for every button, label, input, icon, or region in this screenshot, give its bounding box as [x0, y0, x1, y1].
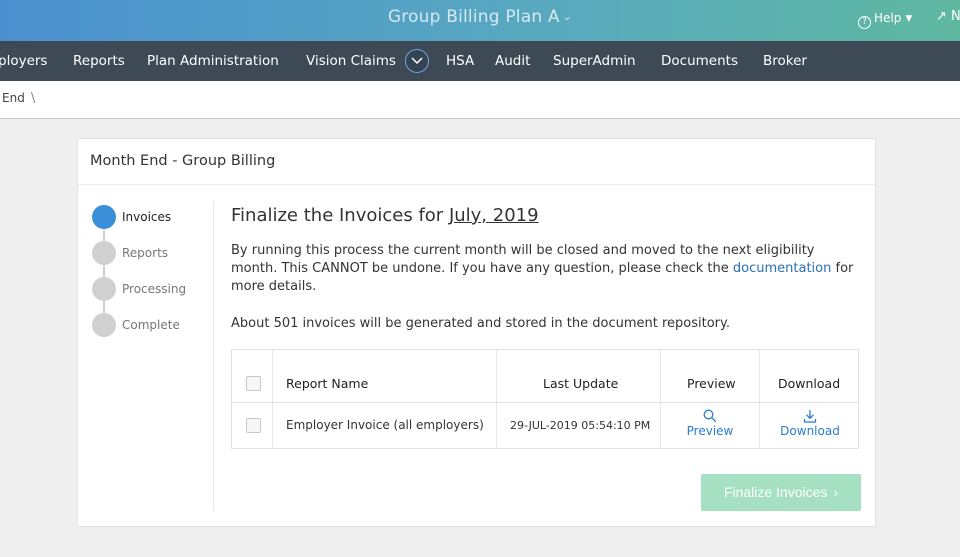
reports-table: Report Name Last Update Preview Download… — [231, 349, 859, 449]
column-report-name: Report Name — [286, 376, 369, 391]
step-label: Invoices — [122, 210, 172, 224]
external-link[interactable]: ↗ N — [936, 9, 960, 24]
step-indicator — [92, 277, 116, 301]
table-row: Employer Invoice (all employers) 29-JUL-… — [232, 403, 858, 448]
nav-superadmin[interactable]: SuperAdmin — [553, 53, 636, 69]
step-invoices: Invoices — [92, 205, 202, 229]
report-name-cell: Employer Invoice (all employers) — [286, 418, 484, 432]
chevron-down-icon: ⌄ — [562, 10, 573, 23]
page-title: Finalize the Invoices for July, 2019 — [231, 205, 539, 226]
documentation-link[interactable]: documentation — [733, 261, 831, 276]
description-text: By running this process the current mont… — [231, 243, 815, 276]
vision-claims-dropdown[interactable] — [405, 49, 429, 73]
nav-reports[interactable]: Reports — [73, 53, 125, 69]
nav-employers[interactable]: ployers — [0, 53, 47, 69]
plan-title: Group Billing Plan A — [387, 7, 560, 27]
step-label: Complete — [122, 318, 180, 332]
select-all-checkbox[interactable] — [246, 376, 261, 391]
table-header: Report Name Last Update Preview Download — [232, 350, 858, 403]
step-complete: Complete — [92, 313, 202, 337]
top-bar: Group Billing Plan A ⌄ ? Help ▼ ↗ N — [0, 0, 960, 41]
external-link-icon: ↗ — [936, 9, 947, 24]
step-indicator — [92, 313, 116, 337]
external-link-label: N — [951, 9, 960, 24]
step-reports: Reports — [92, 241, 202, 265]
help-icon: ? — [858, 16, 871, 29]
download-button[interactable]: Download — [773, 409, 847, 438]
step-indicator-active — [92, 205, 116, 229]
last-update-cell: 29-JUL-2019 05:54:10 PM — [510, 419, 651, 432]
step-connector — [103, 229, 105, 241]
breadcrumb-item[interactable]: End — [2, 91, 25, 105]
step-processing: Processing — [92, 277, 202, 301]
breadcrumb: End \ — [0, 81, 960, 119]
nav-vision-claims[interactable]: Vision Claims — [306, 53, 396, 69]
download-label: Download — [780, 424, 840, 438]
download-icon — [803, 410, 817, 423]
finalize-invoices-button[interactable]: Finalize Invoices › — [701, 474, 861, 511]
caret-down-icon: ▼ — [905, 14, 913, 24]
breadcrumb-separator: \ — [30, 91, 36, 106]
nav-broker[interactable]: Broker — [763, 53, 807, 69]
help-menu[interactable]: ? Help ▼ — [858, 11, 912, 29]
help-label: Help — [874, 11, 902, 25]
description: By running this process the current mont… — [231, 242, 861, 296]
row-checkbox[interactable] — [246, 418, 261, 433]
step-indicator — [92, 241, 116, 265]
search-icon — [703, 409, 717, 423]
nav-plan-administration[interactable]: Plan Administration — [147, 53, 279, 69]
card-header: Month End - Group Billing — [78, 139, 875, 185]
step-connector — [103, 265, 105, 277]
column-preview: Preview — [687, 376, 736, 391]
preview-label: Preview — [686, 424, 734, 438]
chevron-right-icon: › — [833, 484, 839, 500]
plan-selector[interactable]: Group Billing Plan A ⌄ — [0, 7, 960, 27]
nav-hsa[interactable]: HSA — [446, 53, 474, 69]
billing-month: July, 2019 — [448, 205, 539, 226]
invoice-summary: About 501 invoices will be generated and… — [231, 316, 730, 331]
main-nav: ployers Reports Plan Administration Visi… — [0, 41, 960, 81]
nav-documents[interactable]: Documents — [661, 53, 738, 69]
column-download: Download — [778, 376, 841, 391]
month-end-card: Month End - Group Billing Invoices Repor… — [77, 138, 876, 527]
heading-prefix: Finalize the Invoices for — [231, 205, 444, 226]
finalize-label: Finalize Invoices — [723, 484, 828, 500]
nav-audit[interactable]: Audit — [495, 53, 530, 69]
chevron-down-icon — [411, 57, 423, 65]
vertical-divider — [213, 201, 214, 511]
step-connector — [103, 301, 105, 313]
step-label: Reports — [122, 246, 169, 260]
preview-button[interactable]: Preview — [680, 409, 740, 438]
card-title: Month End - Group Billing — [90, 153, 276, 169]
step-label: Processing — [122, 282, 187, 296]
column-last-update: Last Update — [543, 376, 619, 391]
